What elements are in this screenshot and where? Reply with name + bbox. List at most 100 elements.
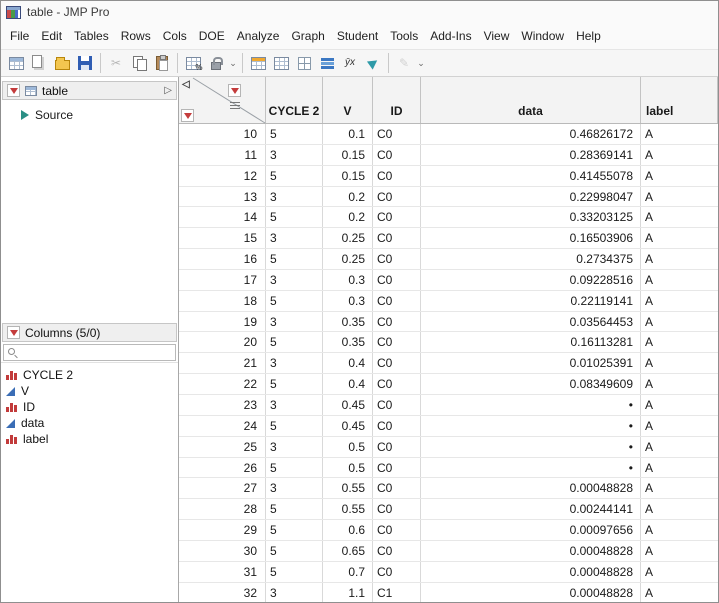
table-row[interactable]: 10 5 0.1 C0 0.46826172 A — [179, 124, 718, 145]
column-header-id[interactable]: ID — [373, 77, 421, 123]
cell-rownum[interactable]: 19 — [179, 311, 266, 332]
cell-v[interactable]: 0.3 — [323, 290, 373, 311]
cell-v[interactable]: 0.5 — [323, 457, 373, 478]
table-row[interactable]: 15 3 0.25 C0 0.16503906 A — [179, 228, 718, 250]
cell-v[interactable]: 0.6 — [323, 520, 373, 540]
cell-cycle2[interactable]: 5 — [266, 561, 323, 582]
cell-rownum[interactable]: 15 — [179, 228, 266, 249]
cell-rownum[interactable]: 11 — [179, 144, 266, 165]
cell-label[interactable]: A — [641, 312, 718, 332]
cell-v[interactable]: 0.1 — [323, 124, 373, 144]
columns-menu-red-triangle-icon[interactable] — [228, 84, 241, 97]
cell-data[interactable]: 0.22998047 — [421, 186, 641, 207]
table-row[interactable]: 26 5 0.5 C0 • A — [179, 457, 718, 479]
table-row[interactable]: 23 3 0.45 C0 • A — [179, 394, 718, 416]
columns-search-input[interactable] — [4, 344, 175, 360]
column-header-v[interactable]: V — [323, 77, 373, 123]
cell-cycle2[interactable]: 5 — [266, 290, 323, 311]
column-header-label[interactable]: label — [641, 77, 718, 123]
cell-cycle2[interactable]: 5 — [266, 332, 323, 353]
cell-id[interactable]: C0 — [373, 290, 421, 311]
cell-id[interactable]: C0 — [373, 540, 421, 561]
fit-model-icon[interactable]: ȳx — [339, 52, 361, 74]
cell-rownum[interactable]: 21 — [179, 353, 266, 374]
cell-label[interactable]: A — [641, 332, 718, 352]
cell-v[interactable]: 0.45 — [323, 394, 373, 415]
cell-cycle2[interactable]: 3 — [266, 478, 323, 499]
cell-data[interactable]: 0.00048828 — [421, 540, 641, 561]
cell-data[interactable]: 0.46826172 — [421, 124, 641, 144]
cell-cycle2[interactable]: 3 — [266, 311, 323, 332]
cell-data[interactable]: 0.08349609 — [421, 374, 641, 394]
cell-label[interactable]: A — [641, 353, 718, 373]
table-row[interactable]: 29 5 0.6 C0 0.00097656 A — [179, 520, 718, 541]
cell-label[interactable]: A — [641, 520, 718, 540]
cell-v[interactable]: 0.15 — [323, 165, 373, 186]
cell-label[interactable]: A — [641, 562, 718, 582]
cell-cycle2[interactable]: 3 — [266, 582, 323, 602]
cell-id[interactable]: C0 — [373, 269, 421, 290]
cell-data[interactable]: 0.16503906 — [421, 228, 641, 249]
cell-data[interactable]: • — [421, 457, 641, 478]
cell-data[interactable]: 0.2734375 — [421, 249, 641, 269]
rows-menu-red-triangle-icon[interactable] — [181, 109, 194, 122]
cell-label[interactable]: A — [641, 541, 718, 561]
cell-label[interactable]: A — [641, 499, 718, 519]
cell-data[interactable]: 0.00048828 — [421, 478, 641, 499]
cell-data[interactable]: 0.41455078 — [421, 165, 641, 186]
cell-id[interactable]: C0 — [373, 353, 421, 374]
table-row[interactable]: 25 3 0.5 C0 • A — [179, 436, 718, 458]
table-row[interactable]: 12 5 0.15 C0 0.41455078 A — [179, 165, 718, 187]
collapse-panels-icon[interactable]: ◁ — [182, 79, 190, 90]
cell-cycle2[interactable]: 3 — [266, 186, 323, 207]
cell-rownum[interactable]: 12 — [179, 165, 266, 186]
cell-id[interactable]: C0 — [373, 415, 421, 436]
cell-data[interactable]: 0.01025391 — [421, 353, 641, 374]
column-list-item[interactable]: CYCLE 2 — [1, 367, 178, 383]
cell-rownum[interactable]: 29 — [179, 520, 266, 540]
cell-id[interactable]: C0 — [373, 186, 421, 207]
table-row[interactable]: 14 5 0.2 C0 0.33203125 A — [179, 207, 718, 229]
cell-id[interactable]: C0 — [373, 561, 421, 582]
cell-v[interactable]: 0.15 — [323, 144, 373, 165]
cell-label[interactable]: A — [641, 166, 718, 186]
cell-label[interactable]: A — [641, 124, 718, 144]
lock-icon[interactable] — [205, 52, 227, 74]
cell-cycle2[interactable]: 3 — [266, 144, 323, 165]
cell-label[interactable]: A — [641, 291, 718, 311]
run-script-icon[interactable] — [362, 52, 384, 74]
save-icon[interactable] — [74, 52, 96, 74]
cell-v[interactable]: 0.7 — [323, 561, 373, 582]
cell-label[interactable]: A — [641, 207, 718, 227]
menu-help[interactable]: Help — [570, 26, 607, 46]
table-row[interactable]: 20 5 0.35 C0 0.16113281 A — [179, 332, 718, 354]
menu-graph[interactable]: Graph — [285, 26, 330, 46]
split-table-icon[interactable] — [293, 52, 315, 74]
cell-label[interactable]: A — [641, 437, 718, 457]
data-table-icon[interactable] — [247, 52, 269, 74]
cell-cycle2[interactable]: 5 — [266, 249, 323, 269]
column-header-cycle2[interactable]: CYCLE 2 — [266, 77, 323, 123]
cell-cycle2[interactable]: 5 — [266, 374, 323, 394]
cell-cycle2[interactable]: 3 — [266, 436, 323, 457]
cell-cycle2[interactable]: 5 — [266, 540, 323, 561]
menu-cols[interactable]: Cols — [157, 26, 193, 46]
cell-label[interactable]: A — [641, 395, 718, 415]
cell-data[interactable]: 0.00244141 — [421, 499, 641, 520]
table-row[interactable]: 30 5 0.65 C0 0.00048828 A — [179, 540, 718, 562]
column-list-item[interactable]: ID — [1, 399, 178, 415]
source-item[interactable]: Source — [1, 106, 178, 123]
table-row[interactable]: 32 3 1.1 C1 0.00048828 A — [179, 582, 718, 602]
cell-id[interactable]: C0 — [373, 499, 421, 520]
cell-cycle2[interactable]: 5 — [266, 124, 323, 144]
columns-hamburger-icon[interactable] — [230, 101, 240, 109]
cell-rownum[interactable]: 25 — [179, 436, 266, 457]
cell-data[interactable]: 0.09228516 — [421, 269, 641, 290]
cell-data[interactable]: • — [421, 415, 641, 436]
cell-v[interactable]: 1.1 — [323, 582, 373, 602]
table-row[interactable]: 21 3 0.4 C0 0.01025391 A — [179, 353, 718, 375]
cell-id[interactable]: C0 — [373, 144, 421, 165]
cell-data[interactable]: 0.22119141 — [421, 290, 641, 311]
menu-tables[interactable]: Tables — [68, 26, 115, 46]
cell-id[interactable]: C0 — [373, 311, 421, 332]
